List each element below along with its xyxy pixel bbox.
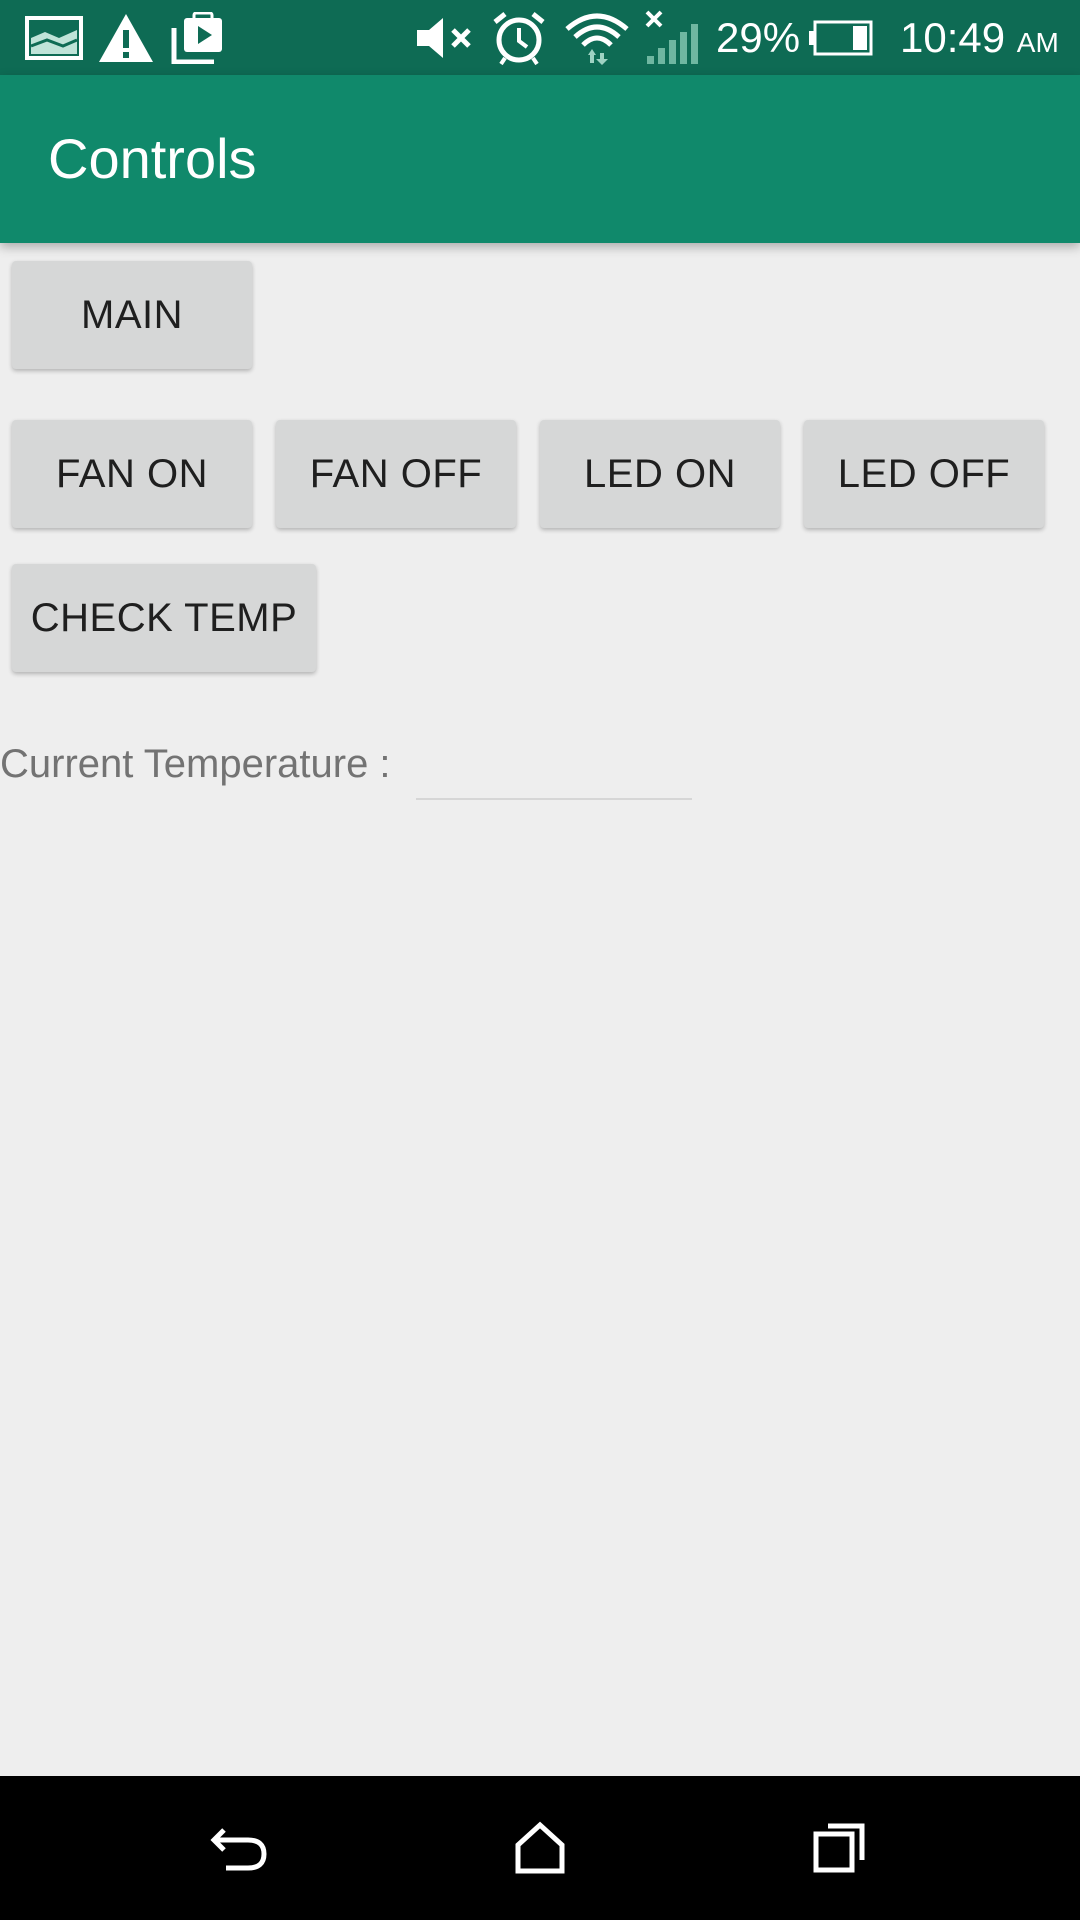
battery-percent: 29% <box>716 14 801 61</box>
warning-icon <box>96 12 156 64</box>
fan-off-button[interactable]: FAN OFF <box>276 420 516 528</box>
work-profile-icon <box>168 12 228 64</box>
navigation-bar <box>0 1776 1080 1920</box>
clock-time: 10:49 <box>900 14 1006 61</box>
clock: 10:49 AM <box>900 10 1059 66</box>
page-title: Controls <box>48 127 257 190</box>
back-icon <box>210 1828 267 1871</box>
home-icon <box>515 1821 565 1874</box>
clock-ampm: AM <box>1016 27 1059 58</box>
recents-button[interactable] <box>790 1798 890 1898</box>
home-button[interactable] <box>490 1798 590 1898</box>
status-bar: 29% 10:49 AM <box>0 0 1080 75</box>
temperature-field[interactable] <box>416 736 692 800</box>
led-on-button[interactable]: LED ON <box>540 420 780 528</box>
recents-icon <box>813 1823 865 1873</box>
gallery-icon <box>24 12 84 64</box>
check-temp-button[interactable]: CHECK TEMP <box>12 564 316 672</box>
back-button[interactable] <box>190 1798 290 1898</box>
main-button[interactable]: MAIN <box>12 261 252 369</box>
mute-icon <box>412 12 478 64</box>
alarm-icon <box>490 12 548 66</box>
battery-icon <box>806 12 876 64</box>
led-off-button[interactable]: LED OFF <box>804 420 1044 528</box>
wifi-icon <box>562 12 632 65</box>
fan-on-button[interactable]: FAN ON <box>12 420 252 528</box>
no-signal-icon <box>642 10 704 64</box>
app-bar: Controls <box>0 75 1080 243</box>
temperature-label: Current Temperature : <box>0 742 391 786</box>
